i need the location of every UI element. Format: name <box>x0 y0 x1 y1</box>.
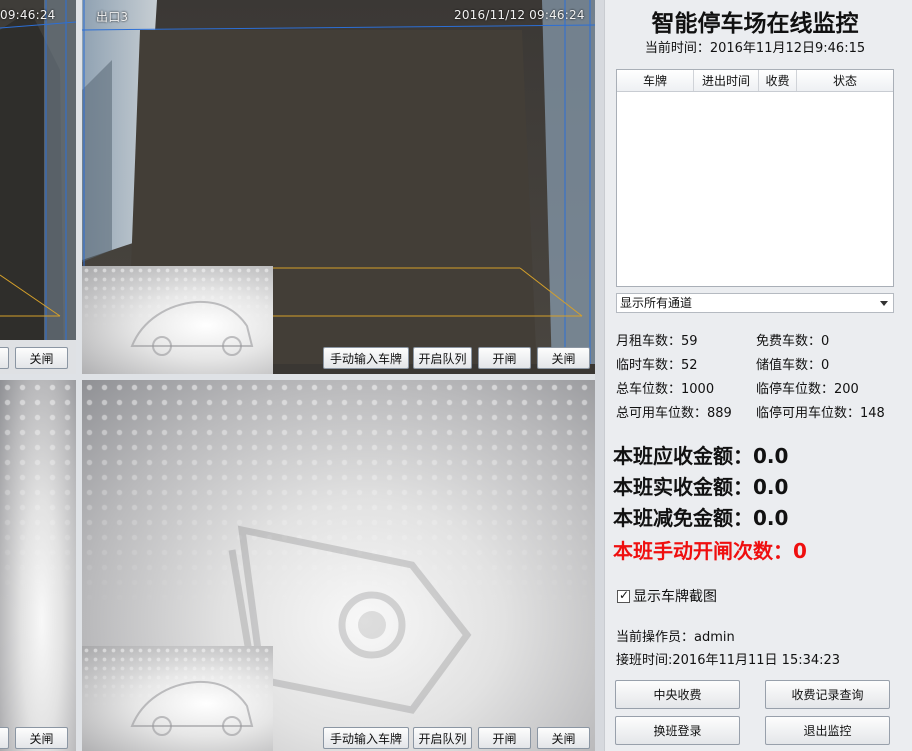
camera-3-close-gate-button-2[interactable]: 关闸 <box>15 727 68 749</box>
stat-monthly: 月租车数：59 <box>616 334 698 349</box>
camera-4-manual-plate-input-button[interactable]: 手动输入车牌 <box>323 727 409 749</box>
camera-2-plate-snapshot <box>82 266 273 374</box>
column-header-status[interactable]: 状态 <box>797 70 893 91</box>
camera-1-close-gate-button-2[interactable]: 关闸 <box>15 347 68 369</box>
stat-temp: 临时车数：52 <box>616 358 698 373</box>
camera-4-open-queue-button[interactable]: 开启队列 <box>413 727 472 749</box>
camera-3-close-gate-button[interactable]: 关闸 <box>0 727 9 749</box>
column-header-time[interactable]: 进出时间 <box>694 70 759 91</box>
shift-login-button[interactable]: 换班登录 <box>615 716 740 745</box>
car-silhouette-icon <box>130 300 254 356</box>
shift-start-time: 接班时间:2016年11月11日 15:34:23 <box>616 653 841 668</box>
camera-4-plate-snapshot <box>82 646 273 751</box>
fee-records-button[interactable]: 收费记录查询 <box>765 680 890 709</box>
stat-temp-spaces: 临停车位数：200 <box>756 382 859 397</box>
camera-1-close-gate-button[interactable]: 关闸 <box>0 347 9 369</box>
current-operator: 当前操作员：admin <box>616 630 735 645</box>
shift-manual-open-count: 本班手动开闸次数：0 <box>613 539 807 563</box>
exit-monitor-button[interactable]: 退出监控 <box>765 716 890 745</box>
shift-due-amount: 本班应收金额：0.0 <box>613 444 789 468</box>
camera-4-open-gate-button[interactable]: 开闸 <box>478 727 531 749</box>
stat-stored: 储值车数：0 <box>756 358 830 373</box>
camera-2-name: 出口3 <box>96 10 129 24</box>
close-gate-button[interactable]: 关闸 <box>537 347 590 369</box>
page-title: 智能停车场在线监控 <box>651 11 859 37</box>
parking-monitor-window: 09:46:24 关闸 关闸 <box>0 0 912 751</box>
shift-waived-amount: 本班减免金额：0.0 <box>613 506 789 530</box>
open-queue-button[interactable]: 开启队列 <box>413 347 472 369</box>
stat-temp-available: 临停可用车位数：148 <box>756 406 885 421</box>
camera-3-dot-pattern <box>0 380 76 600</box>
open-gate-button[interactable]: 开闸 <box>478 347 531 369</box>
camera-2-timestamp: 2016/11/12 09:46:24 <box>454 8 585 22</box>
vehicle-records-table[interactable]: 车牌 进出时间 收费 状态 <box>616 69 894 287</box>
manual-plate-input-button[interactable]: 手动输入车牌 <box>323 347 409 369</box>
stat-total-available: 总可用车位数：889 <box>616 406 732 421</box>
vertical-splitter-2[interactable] <box>595 0 604 751</box>
channel-select-value: 显示所有通道 <box>620 296 693 310</box>
camera-1-timestamp: 09:46:24 <box>0 8 56 22</box>
central-charge-button[interactable]: 中央收费 <box>615 680 740 709</box>
camera-4-close-gate-button[interactable]: 关闸 <box>537 727 590 749</box>
car-silhouette-icon <box>130 680 254 736</box>
camera-view-1[interactable]: 09:46:24 关闸 关闸 <box>0 0 76 374</box>
camera-view-3[interactable]: 关闸 关闸 <box>0 380 76 751</box>
info-panel: 智能停车场在线监控 当前时间：2016年11月12日9:46:15 车牌 进出时… <box>604 0 912 751</box>
shift-received-amount: 本班实收金额：0.0 <box>613 475 789 499</box>
camera-view-2[interactable]: 出口3 2016/11/12 09:46:24 手动输入车牌 开启队列 开闸 关… <box>82 0 595 374</box>
checkbox-checked-icon[interactable] <box>617 588 630 603</box>
stat-total-spaces: 总车位数：1000 <box>616 382 715 397</box>
camera-1-scene <box>0 0 76 374</box>
show-plate-checkbox-label: 显示车牌截图 <box>633 589 717 605</box>
channel-select[interactable]: 显示所有通道 <box>616 293 894 313</box>
show-plate-checkbox[interactable]: 显示车牌截图 <box>617 586 717 606</box>
table-header: 车牌 进出时间 收费 状态 <box>617 70 893 92</box>
current-time: 当前时间：2016年11月12日9:46:15 <box>644 41 866 56</box>
column-header-fee[interactable]: 收费 <box>759 70 797 91</box>
chevron-down-icon[interactable] <box>880 301 888 306</box>
column-header-plate[interactable]: 车牌 <box>617 70 694 91</box>
camera-view-4[interactable]: 手动输入车牌 开启队列 开闸 关闸 <box>82 380 595 751</box>
stat-free: 免费车数：0 <box>756 334 830 349</box>
